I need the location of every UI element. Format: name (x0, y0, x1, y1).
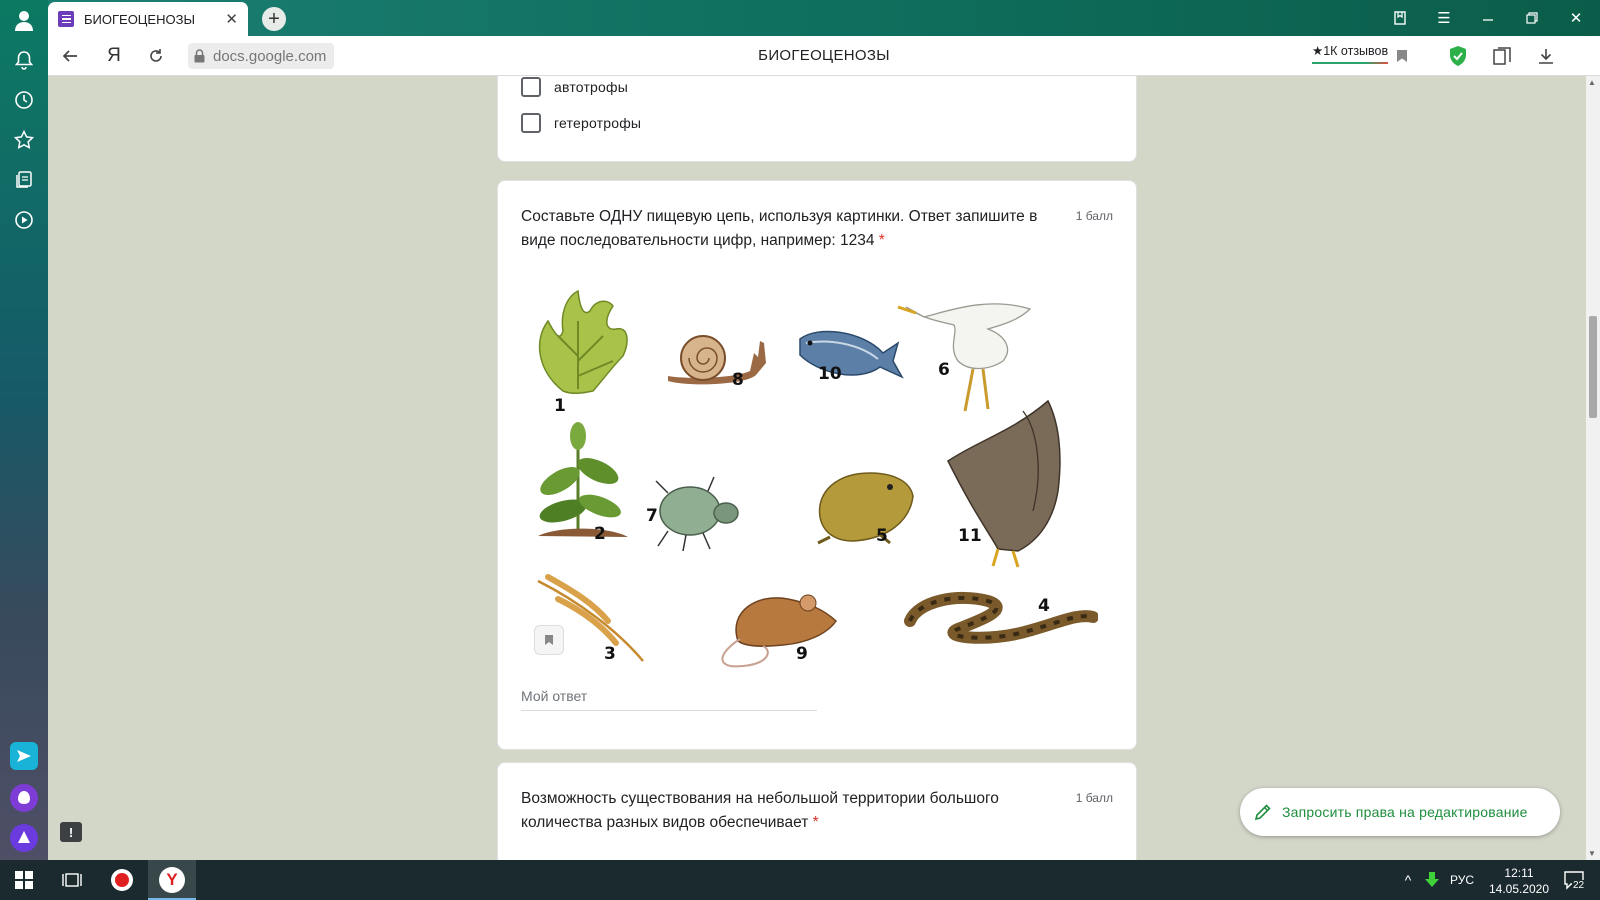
request-edit-label: Запросить права на редактирование (1282, 804, 1528, 820)
history-icon[interactable] (12, 88, 36, 112)
alice-voice-icon[interactable] (10, 824, 38, 852)
back-arrow-icon[interactable] (58, 44, 82, 68)
question-text: Возможность существования на небольшой т… (521, 790, 999, 831)
windows-taskbar: Y ^ РУС 12:11 14.05.2020 22 (0, 860, 1600, 900)
extensions-icon[interactable] (1490, 44, 1514, 68)
mouse-image: 9 (721, 594, 837, 668)
language-indicator[interactable]: РУС (1450, 860, 1474, 900)
minimize-icon[interactable] (1476, 6, 1500, 30)
tab-biogeocenoses[interactable]: БИОГЕОЦЕНОЗЫ ✕ (48, 2, 248, 36)
scrollbar[interactable]: ▲ ▼ (1586, 76, 1600, 860)
tab-close-icon[interactable]: ✕ (225, 10, 238, 28)
collections-icon[interactable] (12, 168, 36, 192)
heron-image: 6 (897, 303, 1032, 412)
menu-icon[interactable]: ☰ (1432, 6, 1456, 30)
points-label: 1 балл (1075, 209, 1113, 223)
option-label: автотрофы (554, 79, 629, 95)
beetle-image: 7 (646, 476, 739, 552)
checkbox-autotrophs[interactable] (521, 77, 541, 97)
label-5: 5 (876, 526, 888, 546)
label-1: 1 (554, 396, 566, 416)
notifications-icon[interactable] (12, 48, 36, 72)
snail-image: 8 (668, 335, 766, 390)
tab-strip: БИОГЕОЦЕНОЗЫ ✕ + ☰ ✕ (48, 0, 1600, 36)
label-6: 6 (938, 360, 950, 380)
scroll-thumb[interactable] (1589, 316, 1597, 418)
image-bookmark-icon[interactable] (534, 625, 564, 655)
yandex-home-icon[interactable]: Я (102, 44, 126, 68)
option-heterotrophs[interactable]: гетеротрофы (521, 113, 641, 133)
eagle-image: 11 (947, 399, 1061, 568)
scroll-up-arrow[interactable]: ▲ (1588, 78, 1596, 87)
tray-expand-icon[interactable]: ^ (1398, 860, 1418, 900)
clock-date: 14.05.2020 (1488, 882, 1550, 896)
video-play-icon[interactable] (12, 208, 36, 232)
google-forms-icon (58, 11, 74, 27)
tab-title: БИОГЕОЦЕНОЗЫ (84, 11, 195, 27)
next-question-card: Возможность существования на небольшой т… (497, 762, 1137, 860)
profile-icon[interactable] (12, 8, 36, 32)
feedback-icon[interactable]: ! (60, 822, 82, 842)
option-autotrophs[interactable]: автотрофы (521, 77, 628, 97)
messenger-app-icon[interactable] (10, 742, 38, 770)
restore-icon[interactable] (1520, 6, 1544, 30)
task-view-icon[interactable] (48, 860, 96, 900)
lock-icon (194, 49, 205, 63)
bookmarks-panel-icon[interactable] (1388, 6, 1412, 30)
address-bar: Я docs.google.com БИОГЕОЦЕНОЗЫ ★1К отзыв… (48, 36, 1600, 76)
url-field[interactable]: docs.google.com (188, 43, 335, 69)
label-11: 11 (958, 526, 982, 546)
browser-sidebar (0, 0, 48, 860)
food-chain-question-card: Составьте ОДНУ пищевую цепь, используя к… (497, 180, 1137, 750)
clock-time: 12:11 (1504, 866, 1534, 880)
label-8: 8 (732, 370, 744, 390)
protect-shield-icon[interactable] (1446, 44, 1470, 68)
bookmark-icon[interactable] (1390, 44, 1414, 68)
notifications-count: 22 (1572, 880, 1586, 891)
system-clock[interactable]: 12:11 14.05.2020 (1484, 865, 1554, 897)
required-mark: * (878, 232, 885, 249)
download-tray-icon[interactable] (1422, 860, 1442, 900)
fish-image: 10 (799, 330, 904, 384)
bookmarks-star-icon[interactable] (12, 128, 36, 152)
alice-app-icon[interactable] (10, 784, 38, 812)
downloads-icon[interactable] (1534, 44, 1558, 68)
new-tab-plus-icon[interactable]: + (262, 7, 286, 31)
pencil-icon (1254, 803, 1272, 821)
reviews-badge[interactable]: ★1К отзывов (1312, 43, 1389, 64)
notifications-center-icon[interactable]: 22 (1556, 860, 1592, 900)
scroll-down-arrow[interactable]: ▼ (1588, 849, 1596, 858)
answer-input[interactable]: Мой ответ (521, 688, 817, 711)
required-mark: * (812, 814, 819, 831)
label-9: 9 (796, 644, 808, 664)
screen-recorder-icon[interactable] (98, 860, 146, 900)
label-3: 3 (604, 644, 616, 664)
windows-start-icon[interactable] (0, 860, 48, 900)
label-10: 10 (818, 364, 842, 384)
label-4: 4 (1038, 596, 1050, 616)
snake-image: 4 (904, 592, 1098, 644)
yandex-browser-icon: Y (159, 867, 185, 893)
question-text: Составьте ОДНУ пищевую цепь, используя к… (521, 208, 1038, 249)
yandex-browser-taskbar-item[interactable]: Y (148, 860, 196, 900)
reload-icon[interactable] (144, 44, 168, 68)
answer-placeholder: Мой ответ (521, 688, 588, 704)
url-text: docs.google.com (213, 47, 327, 65)
option-label: гетеротрофы (554, 115, 642, 131)
label-7: 7 (646, 506, 658, 526)
close-window-icon[interactable]: ✕ (1564, 6, 1588, 30)
previous-question-card: автотрофы гетеротрофы (497, 76, 1137, 162)
checkbox-heterotrophs[interactable] (521, 113, 541, 133)
label-2: 2 (594, 524, 606, 544)
plant-image: 2 (538, 422, 628, 544)
food-chain-image: 1 8 10 6 2 7 5 11 3 9 4 (537, 289, 1098, 668)
points-label: 1 балл (1075, 791, 1113, 805)
form-content: автотрофы гетеротрофы Составьте ОДНУ пищ… (48, 76, 1586, 860)
toad-image: 5 (817, 472, 914, 546)
algae-image: 1 (538, 289, 628, 416)
request-edit-button[interactable]: Запросить права на редактирование (1240, 788, 1560, 836)
